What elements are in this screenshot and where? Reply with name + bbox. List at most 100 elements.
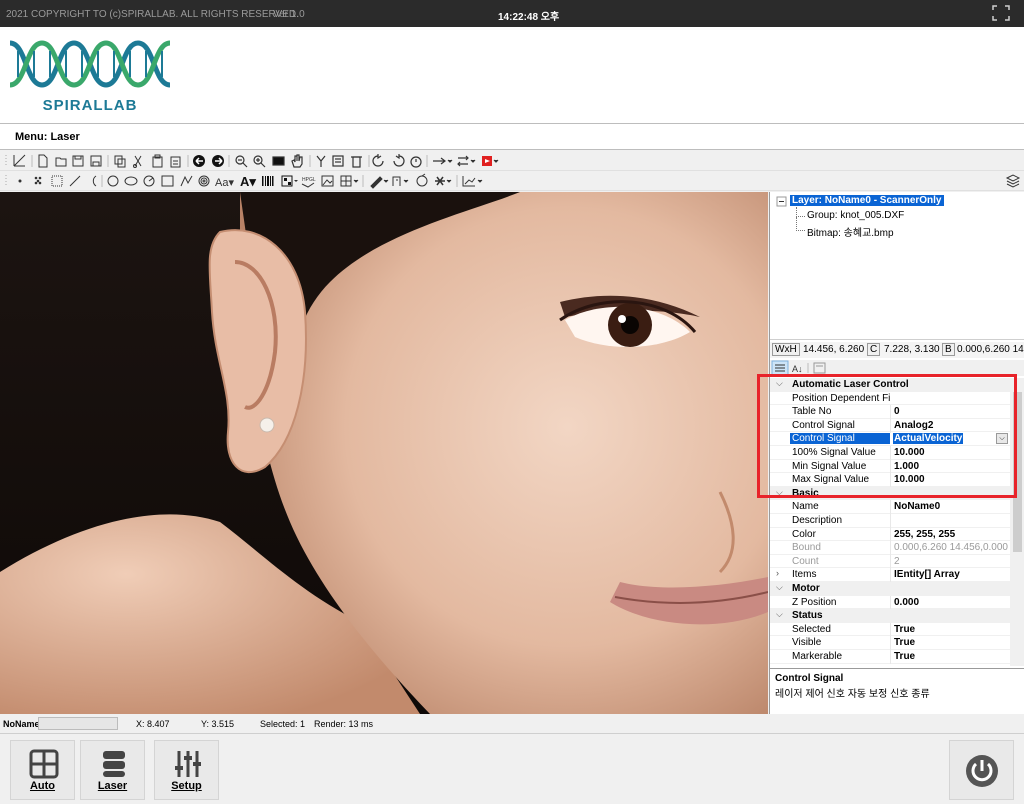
delete-icon[interactable] [351,156,362,168]
categorized-icon[interactable] [771,360,789,376]
points-icon[interactable] [34,176,42,185]
rotate-cw-icon[interactable] [393,154,405,167]
layers-icon[interactable] [1005,174,1021,188]
property-row[interactable]: 100% Signal Value 10.000 [770,446,1010,460]
mirror-dropdown-icon[interactable] [457,155,476,167]
property-row[interactable]: Color 255, 255, 255 [770,527,1010,542]
property-value[interactable]: 0 [894,406,1009,417]
save-icon[interactable] [72,155,84,167]
property-value[interactable]: True [894,637,1009,648]
rotate-ccw-icon[interactable] [372,154,384,167]
arc-icon[interactable] [92,175,97,187]
ellipse-icon[interactable] [124,176,138,186]
pan-hand-icon[interactable] [291,154,303,168]
chevron-down-icon[interactable]: ⌵ [776,487,783,498]
laser-stop-dropdown-icon[interactable] [482,156,499,166]
save-as-icon[interactable] [90,155,102,167]
property-grid[interactable]: ⌵ Automatic Laser Control Position Depend… [770,378,1024,666]
property-row[interactable]: Z Position 0.000 [770,595,1010,610]
property-row[interactable]: Count 2 [770,554,1010,569]
motion-dropdown-icon[interactable] [392,176,409,186]
collapse-icon[interactable] [776,196,788,208]
property-row[interactable]: Selected True [770,622,1010,637]
property-row[interactable]: Bound 0.000,6.260 14.456,0.000 [770,541,1010,556]
rectangle-icon[interactable] [161,175,174,187]
line-icon[interactable] [69,175,81,187]
timer-icon[interactable] [410,156,422,168]
grid-dropdown-icon[interactable] [340,175,359,187]
property-row[interactable]: Description [770,514,1010,528]
property-value[interactable]: True [894,651,1009,662]
power-button[interactable] [949,740,1014,800]
property-row[interactable]: Position Dependent Fi [770,392,1010,406]
property-pages-icon[interactable] [813,362,826,374]
new-file-icon[interactable] [38,154,48,168]
property-value[interactable]: 1.000 [894,461,1009,472]
measure-icon[interactable] [13,154,26,167]
image-icon[interactable] [321,175,334,187]
property-value[interactable]: NoName0 [894,501,1009,512]
category-alc[interactable]: ⌵ Automatic Laser Control [770,378,1010,392]
chevron-down-icon[interactable]: ⌵ [776,378,783,389]
property-value-dropdown[interactable]: ActualVelocity [893,433,964,445]
barcode-icon[interactable] [262,176,274,186]
property-row-selected[interactable]: Control Signal ActualVelocity ⌵ [770,432,1010,446]
cut-icon[interactable] [133,155,142,168]
property-row[interactable]: Name NoName0 [770,500,1010,515]
category-basic[interactable]: ⌵ Basic [770,486,1010,501]
trepan-icon[interactable] [143,175,155,187]
scrollbar-thumb[interactable] [1013,392,1022,552]
lwpolyline-icon[interactable] [180,175,193,187]
align-dropdown-icon[interactable] [433,157,453,165]
alphabetical-icon[interactable]: A↓ [792,364,803,374]
copy-icon[interactable] [114,155,126,168]
category-motor[interactable]: ⌵ Motor [770,582,1010,596]
property-row[interactable]: Max Signal Value 10.000 [770,473,1010,488]
laser-button[interactable]: Laser [80,740,145,800]
chevron-down-icon[interactable]: ⌵ [776,582,783,593]
property-value[interactable]: 0.000 [894,597,1009,608]
hpgl-icon[interactable]: HPGL [302,177,316,183]
property-value[interactable]: 10.000 [894,474,1009,485]
pen-dropdown-icon[interactable] [370,176,389,189]
refresh-icon[interactable] [416,173,428,187]
property-row[interactable]: Visible True [770,636,1010,651]
zoom-in-icon[interactable] [253,155,266,168]
property-row[interactable]: Min Signal Value 1.000 [770,459,1010,474]
property-row[interactable]: Control Signal Analog2 [770,418,1010,433]
arrow-left-icon[interactable] [193,155,205,167]
chevron-down-icon[interactable]: ⌵ [776,609,783,620]
paste-icon[interactable] [152,154,163,168]
tree-node-bitmap[interactable]: Bitmap: 송혜교.bmp [807,224,894,239]
circle-icon[interactable] [107,175,119,187]
property-row[interactable]: Table No 0 [770,405,1010,420]
property-row[interactable]: Markerable True [770,650,1010,664]
chevron-right-icon[interactable]: › [776,568,779,578]
list-icon[interactable] [332,155,344,167]
tree-node-layer[interactable]: Layer: NoName0 - ScannerOnly [790,195,944,206]
auto-button[interactable]: Auto [10,740,75,800]
property-value[interactable]: True [894,624,1009,635]
property-value[interactable]: Analog2 [894,420,1009,431]
laser-dropdown-icon[interactable] [435,176,452,186]
property-value[interactable]: 10.000 [894,447,1009,458]
select-node-icon[interactable] [316,155,326,167]
property-scrollbar[interactable] [1010,378,1024,666]
spiral-icon[interactable] [198,175,210,187]
clipboard-icon[interactable] [170,156,181,168]
chart-dropdown-icon[interactable] [462,176,483,187]
fullscreen-icon[interactable] [991,4,1011,22]
setup-button[interactable]: Setup [154,740,219,800]
ttf-text-icon[interactable]: A▾ [240,174,256,189]
property-value[interactable]: IEntity[] Array [894,569,1009,580]
raster-icon[interactable] [51,175,63,187]
zoom-fit-icon[interactable] [272,156,285,166]
entity-tree[interactable]: Layer: NoName0 - ScannerOnly Group: knot… [770,192,1024,340]
category-status[interactable]: ⌵ Status [770,609,1010,623]
editor-canvas[interactable] [0,192,768,714]
point-icon[interactable] [18,179,22,183]
arrow-right-icon[interactable] [212,155,224,167]
tree-node-group[interactable]: Group: knot_005.DXF [807,210,904,221]
property-row[interactable]: › Items IEntity[] Array [770,568,1010,583]
dropdown-chevron-icon[interactable]: ⌵ [996,433,1008,445]
